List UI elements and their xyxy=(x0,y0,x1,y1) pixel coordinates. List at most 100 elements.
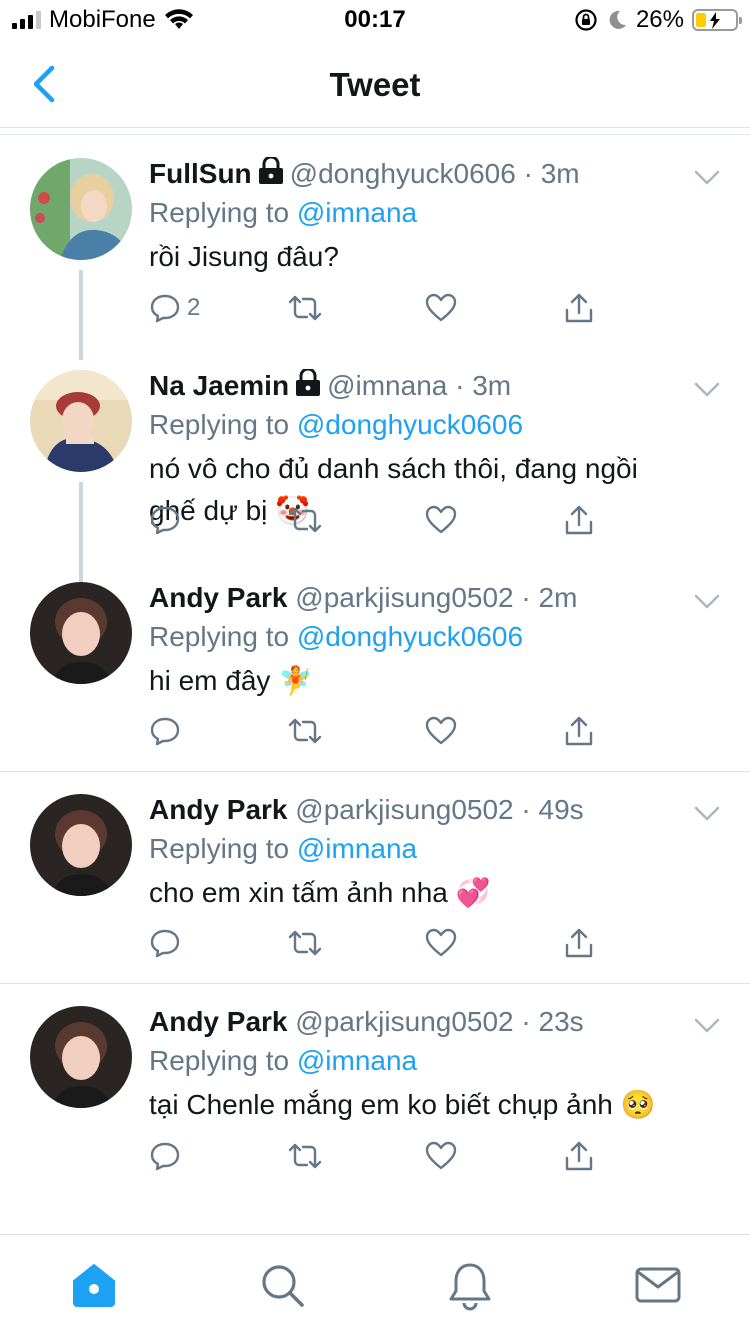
messages-icon[interactable] xyxy=(632,1259,684,1311)
reply-icon xyxy=(150,506,180,535)
display-name[interactable]: Andy Park xyxy=(149,1006,288,1037)
tweet-text: tại Chenle mắng em ko biết chụp ảnh 🥺 xyxy=(149,1089,656,1120)
orientation-lock-icon xyxy=(575,9,597,31)
tweet-text: hi em đây 🧚 xyxy=(149,665,314,696)
retweet-button[interactable] xyxy=(287,711,425,751)
chevron-down-icon[interactable] xyxy=(694,1018,720,1034)
reply-button[interactable] xyxy=(149,923,287,963)
retweet-icon xyxy=(288,718,322,744)
user-handle[interactable]: @donghyuck0606 xyxy=(290,158,516,189)
reply-icon xyxy=(150,717,180,746)
moon-icon xyxy=(609,10,626,29)
tweet[interactable]: FullSun @donghyuck0606 · 3m Replying to @… xyxy=(0,136,750,360)
retweet-button[interactable] xyxy=(287,288,425,328)
like-button[interactable] xyxy=(425,288,563,328)
retweet-button[interactable] xyxy=(287,1136,425,1176)
like-button[interactable] xyxy=(425,500,563,540)
chevron-down-icon[interactable] xyxy=(694,806,720,822)
share-button[interactable] xyxy=(563,500,701,540)
replying-to: Replying to @donghyuck0606 xyxy=(149,618,690,656)
display-name[interactable]: Na Jaemin xyxy=(149,370,289,401)
reply-button[interactable] xyxy=(149,711,287,751)
tweet-actions xyxy=(149,923,701,963)
user-handle[interactable]: @parkjisung0502 xyxy=(295,1006,513,1037)
avatar[interactable] xyxy=(30,1006,132,1108)
like-button[interactable] xyxy=(425,1136,563,1176)
tweet-time: 2m xyxy=(538,582,578,613)
share-button[interactable] xyxy=(563,711,701,751)
share-icon xyxy=(565,293,593,323)
tweet-text: rồi Jisung đâu? xyxy=(149,241,339,272)
tweet[interactable]: Andy Park @parkjisung0502 · 2m Replying … xyxy=(0,560,750,772)
tweet-actions xyxy=(149,1136,701,1176)
avatar[interactable] xyxy=(30,582,132,684)
share-icon xyxy=(565,1141,593,1171)
notifications-icon[interactable] xyxy=(444,1259,496,1311)
retweet-button[interactable] xyxy=(287,500,425,540)
battery-percent: 26% xyxy=(635,6,684,33)
reply-icon xyxy=(150,1142,180,1171)
tweet[interactable]: Andy Park @parkjisung0502 · 23s Replying… xyxy=(0,984,750,1196)
share-button[interactable] xyxy=(563,923,701,963)
display-name[interactable]: Andy Park xyxy=(149,794,288,825)
reply-mention[interactable]: @imnana xyxy=(297,1045,417,1076)
heart-icon xyxy=(425,716,457,745)
heart-icon xyxy=(425,293,457,322)
page-title: Tweet xyxy=(329,66,421,103)
share-button[interactable] xyxy=(563,288,701,328)
search-icon[interactable] xyxy=(256,1259,308,1311)
reply-mention[interactable]: @donghyuck0606 xyxy=(297,621,523,652)
tweet-actions xyxy=(149,500,701,540)
chevron-down-icon[interactable] xyxy=(694,382,720,398)
replying-to: Replying to @donghyuck0606 xyxy=(149,406,690,444)
share-icon xyxy=(565,505,593,535)
tweet[interactable]: Na Jaemin @imnana · 3m Replying to @dongh… xyxy=(0,348,750,594)
reply-button[interactable] xyxy=(149,1136,287,1176)
replying-label: Replying to xyxy=(149,621,290,652)
reply-mention[interactable]: @donghyuck0606 xyxy=(297,409,523,440)
header-divider xyxy=(0,134,750,135)
chevron-down-icon[interactable] xyxy=(694,170,720,186)
reply-mention[interactable]: @imnana xyxy=(297,833,417,864)
reply-mention[interactable]: @imnana xyxy=(297,197,417,228)
tweet-time: 3m xyxy=(472,370,512,401)
replying-label: Replying to xyxy=(149,197,290,228)
tweet[interactable]: Andy Park @parkjisung0502 · 49s Replying… xyxy=(0,772,750,984)
reply-icon xyxy=(150,294,180,323)
avatar[interactable] xyxy=(30,158,132,260)
avatar[interactable] xyxy=(30,370,132,472)
display-name[interactable]: FullSun xyxy=(149,158,252,189)
reply-button[interactable]: 2 xyxy=(149,288,287,328)
heart-icon xyxy=(425,1141,457,1170)
chevron-down-icon[interactable] xyxy=(694,594,720,610)
retweet-icon xyxy=(288,1143,322,1169)
retweet-icon xyxy=(288,295,322,321)
battery-level xyxy=(696,13,706,27)
display-name[interactable]: Andy Park xyxy=(149,582,288,613)
home-icon[interactable] xyxy=(68,1259,120,1311)
user-handle[interactable]: @imnana xyxy=(327,370,447,401)
retweet-button[interactable] xyxy=(287,923,425,963)
like-button[interactable] xyxy=(425,711,563,751)
share-button[interactable] xyxy=(563,1136,701,1176)
share-icon xyxy=(565,928,593,958)
user-handle[interactable]: @parkjisung0502 xyxy=(295,582,513,613)
replying-to: Replying to @imnana xyxy=(149,194,690,232)
tweet-time: 49s xyxy=(538,794,584,825)
tab-bar xyxy=(0,1234,750,1334)
lock-icon xyxy=(258,157,283,184)
user-handle[interactable]: @parkjisung0502 xyxy=(295,794,513,825)
avatar[interactable] xyxy=(30,794,132,896)
tweet-time: 3m xyxy=(540,158,580,189)
reply-button[interactable] xyxy=(149,500,287,540)
status-bar: MobiFone 00:17 26% xyxy=(0,0,750,40)
heart-icon xyxy=(425,928,457,957)
share-icon xyxy=(565,716,593,746)
reply-icon xyxy=(150,929,180,958)
status-right: 26% xyxy=(574,6,742,34)
like-button[interactable] xyxy=(425,923,563,963)
replying-label: Replying to xyxy=(149,833,290,864)
retweet-icon xyxy=(288,930,322,956)
tweet-time: 23s xyxy=(538,1006,584,1037)
tweet-actions: 2 xyxy=(149,288,701,328)
